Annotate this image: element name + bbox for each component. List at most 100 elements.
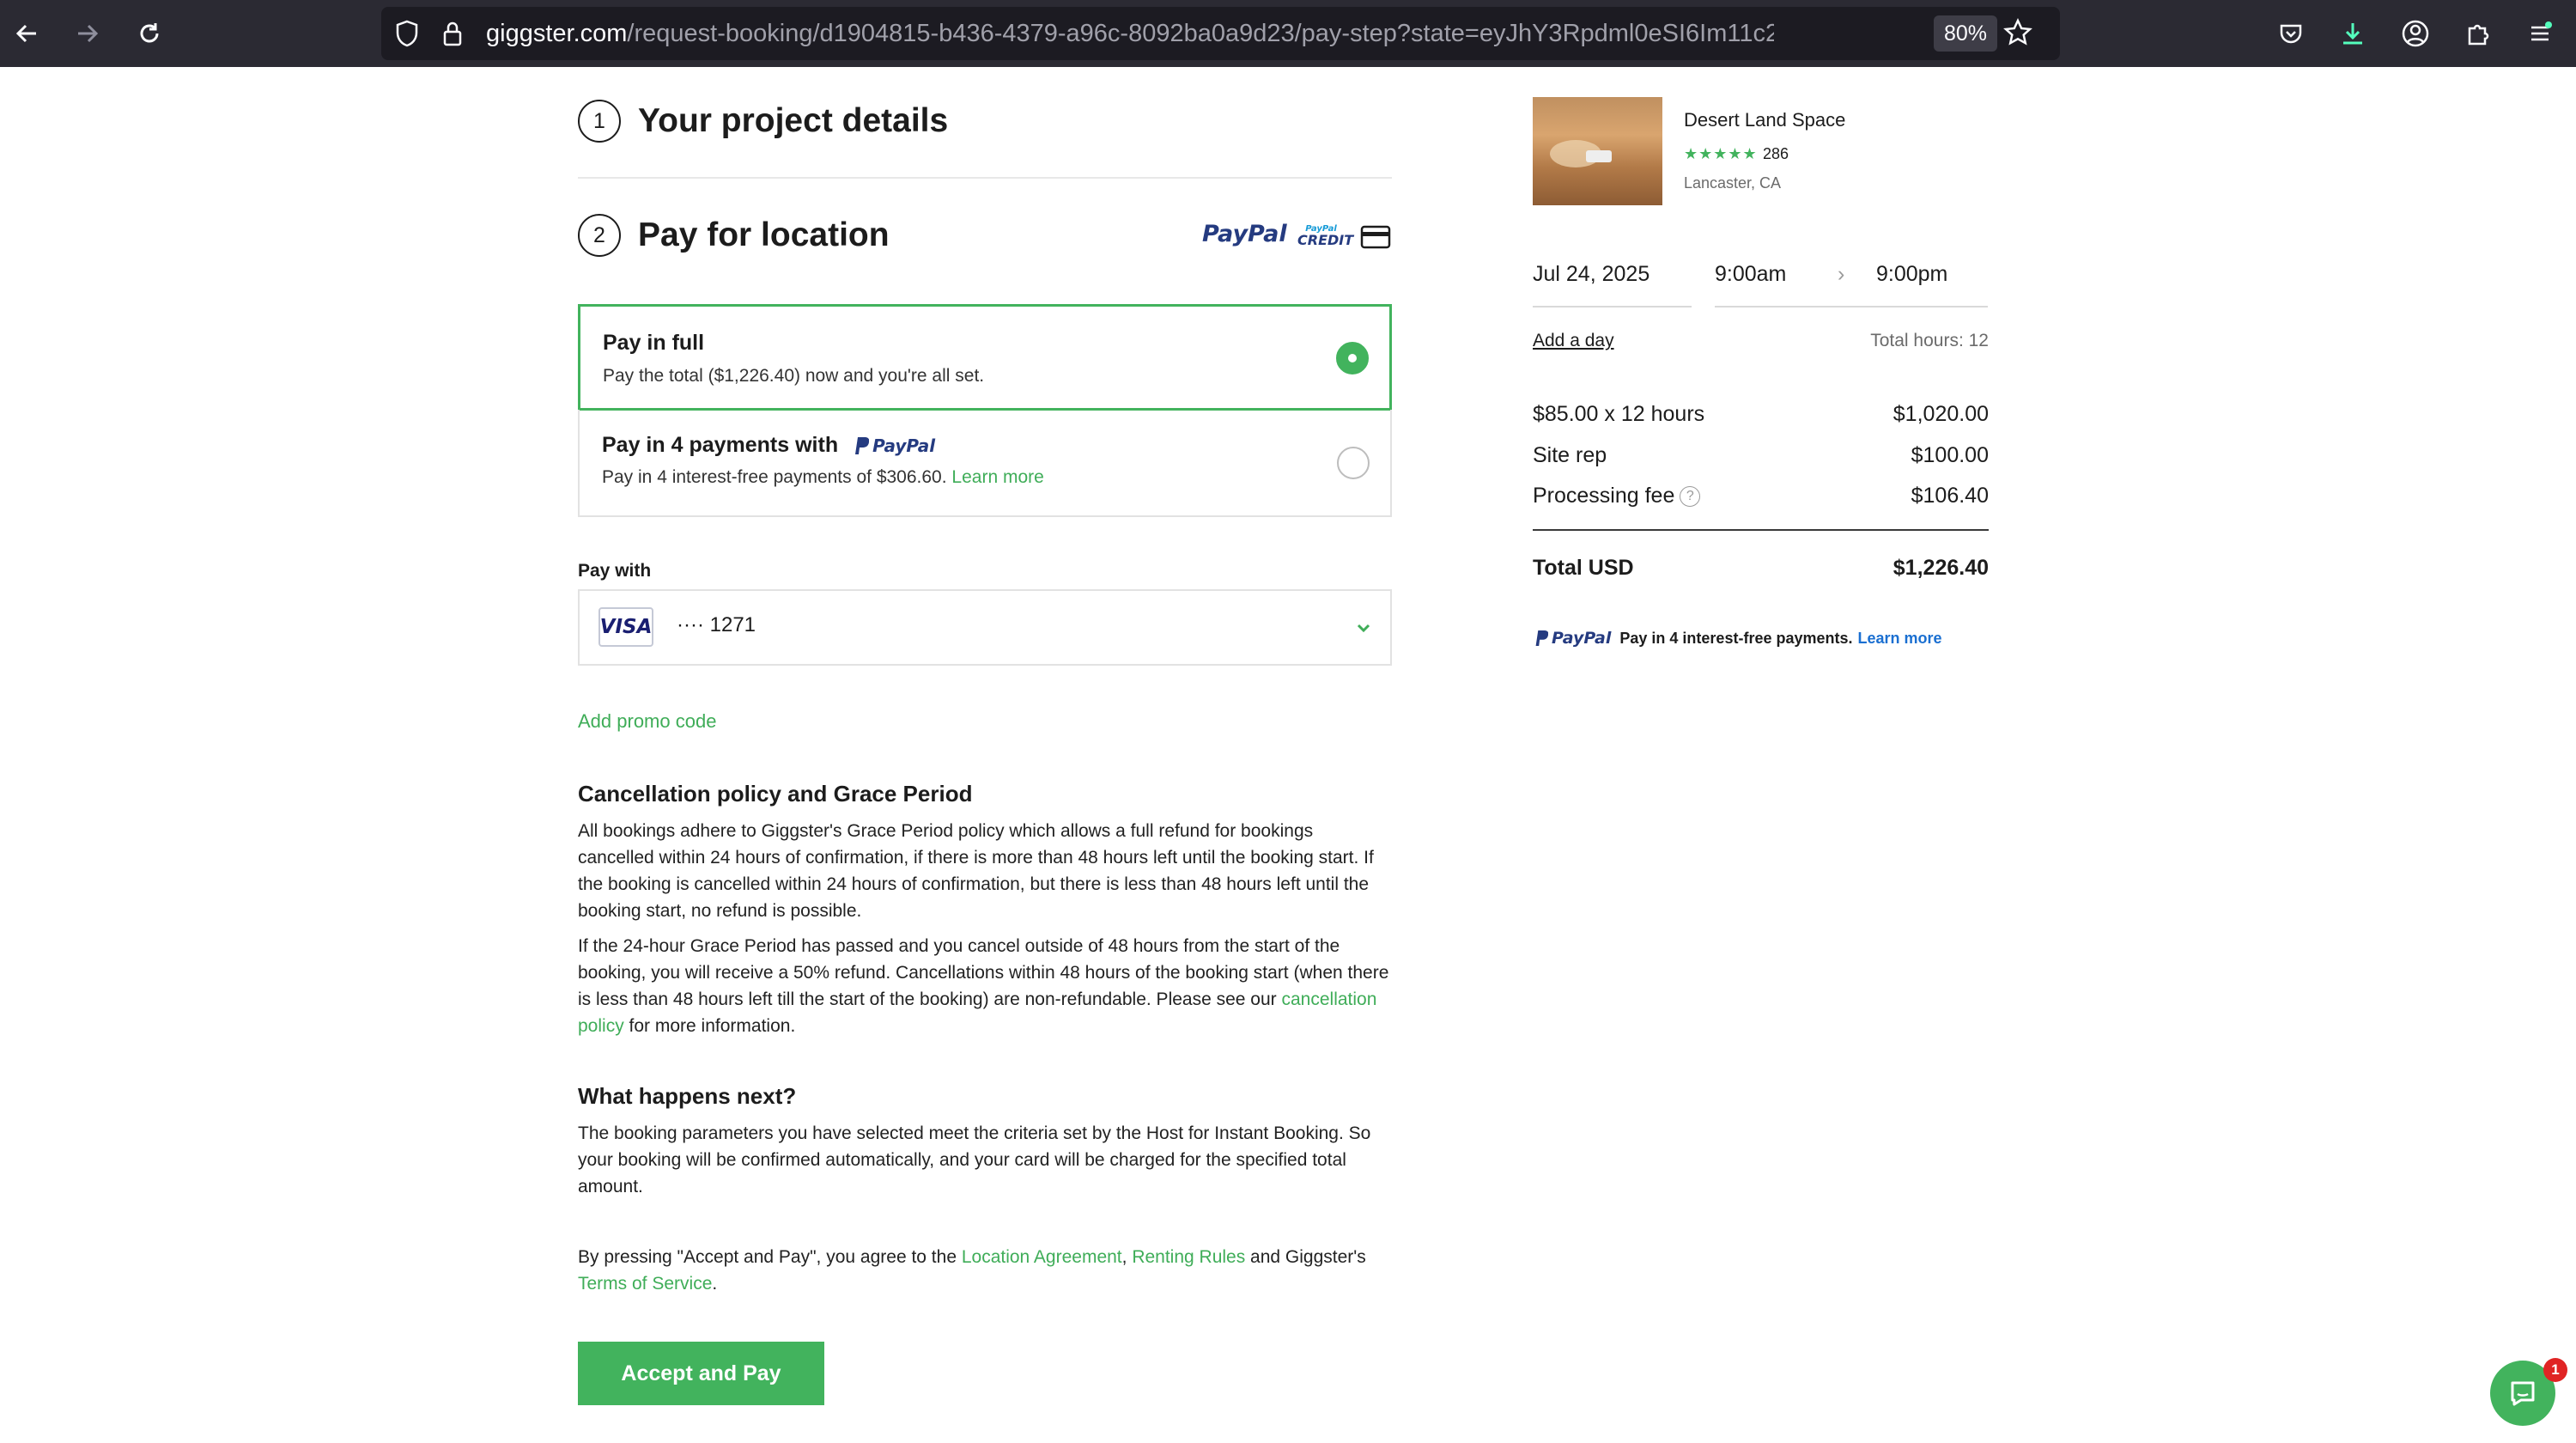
listing-location: Lancaster, CA [1684,174,1782,192]
date-underline [1533,306,1692,307]
add-promo-code-link[interactable]: Add promo code [578,710,716,733]
pay-in-4-title: Pay in 4 payments with [602,433,839,457]
divider [578,177,1392,179]
price-amount: $106.40 [1911,484,1989,508]
puzzle-icon [2468,24,2489,46]
pay-in-4-option[interactable]: Pay in 4 payments with PayPal Pay in 4 i… [578,410,1392,517]
step-number: 2 [578,214,621,257]
price-amount: $100.00 [1911,443,1989,467]
listing-name[interactable]: Desert Land Space [1684,109,1845,131]
price-label: Site rep [1533,443,1607,467]
app-menu-button[interactable] [2520,14,2560,53]
pay-in-full-option[interactable]: Pay in full Pay the total ($1,226.40) no… [578,304,1392,411]
forward-button[interactable] [66,12,109,55]
pay-in-4-brand: PayPal [872,435,936,456]
step-number: 1 [578,100,621,143]
processing-fee-label-wrap: Processing fee? [1533,484,1701,508]
downloads-button[interactable] [2333,14,2372,53]
card-number: ···· 1271 [677,613,756,636]
agreement-end: . [712,1274,718,1294]
cancellation-paragraph-2: If the 24-hour Grace Period has passed a… [578,933,1392,1039]
paypal-note-learn-more-link[interactable]: Learn more [1858,630,1942,648]
time-range-arrow-icon: › [1838,262,1845,286]
listing-thumbnail-car [1586,150,1612,162]
total-hours: Total hours: 12 [1870,331,1989,350]
end-time-picker[interactable]: 9:00pm [1876,262,1947,287]
renting-rules-link[interactable]: Renting Rules [1132,1247,1245,1267]
pocket-button[interactable] [2271,14,2311,53]
hamburger-icon [2531,21,2552,41]
step-pay-for-location: 2 Pay for location [578,214,890,257]
url-path: /request-booking/d1904815-b436-4379-a96c… [627,20,1774,47]
reload-icon [140,23,159,43]
terms-of-service-link[interactable]: Terms of Service [578,1274,712,1294]
tracking-shield-icon[interactable] [393,19,421,48]
pay-in-4-desc-row: Pay in 4 interest-free payments of $306.… [602,467,1044,488]
url-domain: giggster.com [486,20,628,47]
listing-thumbnail[interactable] [1533,97,1662,205]
price-row-site-rep: Site rep $100.00 [1533,443,1989,468]
cancellation-heading: Cancellation policy and Grace Period [578,781,973,807]
cancellation-p2-end: for more information. [623,1016,796,1036]
chat-unread-badge: 1 [2543,1358,2567,1382]
pocket-icon [2280,24,2302,44]
back-arrow-icon [15,24,36,43]
rating-count: 286 [1763,145,1789,162]
pay-in-full-title: Pay in full [603,331,705,355]
card-select-dropdown[interactable]: VISA ···· 1271 [578,589,1392,666]
rating-stars: ★★★★★ [1684,145,1758,162]
pay-in-full-radio[interactable] [1336,342,1369,374]
reload-button[interactable] [128,12,171,55]
price-row-processing-fee: Processing fee? $106.40 [1533,484,1989,508]
price-amount: $1,020.00 [1893,402,1989,426]
pay-in-full-desc: Pay the total ($1,226.40) now and you're… [603,366,985,386]
address-bar[interactable]: giggster.com/request-booking/d1904815-b4… [381,7,2060,60]
pay-with-label: Pay with [578,561,652,581]
chevron-down-icon [1357,624,1370,633]
next-paragraph: The booking parameters you have selected… [578,1123,1371,1196]
paypal-logo: PayPal [1202,221,1287,247]
start-time-picker[interactable]: 9:00am [1715,262,1786,287]
lock-icon[interactable] [440,19,465,48]
cancellation-paragraph-1: All bookings adhere to Giggster's Grace … [578,821,1374,921]
time-underline [1715,306,1988,307]
total-divider [1533,529,1989,531]
step-title: Pay for location [638,216,890,253]
pay-in-4-radio[interactable] [1337,447,1370,479]
credit-card-icon [1360,225,1391,249]
total-label: Total USD [1533,556,1634,580]
help-question-icon[interactable]: ? [1680,486,1701,508]
visa-card-icon: VISA [598,607,653,647]
pay-in-4-title-row: Pay in 4 payments with PayPal [602,433,935,458]
extensions-button[interactable] [2458,14,2498,53]
paypal-credit-logo: PayPal CREDIT [1297,225,1353,247]
agreement-comma: , [1121,1247,1133,1267]
add-a-day-link[interactable]: Add a day [1533,331,1614,351]
price-label: Processing fee [1533,484,1675,508]
date-picker[interactable]: Jul 24, 2025 [1533,262,1649,287]
accept-and-pay-button[interactable]: Accept and Pay [578,1342,824,1405]
zoom-level-button[interactable]: 80% [1934,15,1998,52]
paypal-note-brand: PayPal [1552,629,1612,648]
price-row-hours: $85.00 x 12 hours $1,020.00 [1533,402,1989,427]
paypal-note-text: Pay in 4 interest-free payments. [1619,629,1853,647]
paypal-p-icon [1535,630,1548,646]
agreement-intro: By pressing "Accept and Pay", you agree … [578,1247,962,1267]
account-button[interactable] [2396,14,2435,53]
agreement-text: By pressing "Accept and Pay", you agree … [578,1244,1392,1297]
price-label: $85.00 x 12 hours [1533,402,1705,426]
forward-arrow-icon [78,24,99,43]
location-agreement-link[interactable]: Location Agreement [962,1247,1122,1267]
cancellation-p2-text: If the 24-hour Grace Period has passed a… [578,936,1389,1009]
back-button[interactable] [5,12,48,55]
step-project-details[interactable]: 1 Your project details [578,100,948,143]
pay-in-4-learn-more-link[interactable]: Learn more [951,467,1043,487]
paypal-p-icon [855,436,870,454]
bookmark-star-icon[interactable] [2002,17,2033,48]
total-row: Total USD $1,226.40 [1533,556,1989,581]
pay-in-4-desc: Pay in 4 interest-free payments of $306.… [602,467,947,487]
account-icon [2402,20,2429,47]
download-icon [2343,23,2362,45]
url-text[interactable]: giggster.com/request-booking/d1904815-b4… [486,19,1774,48]
paypal-pay-in-4-note: PayPal Pay in 4 interest-free payments. … [1533,628,1942,648]
